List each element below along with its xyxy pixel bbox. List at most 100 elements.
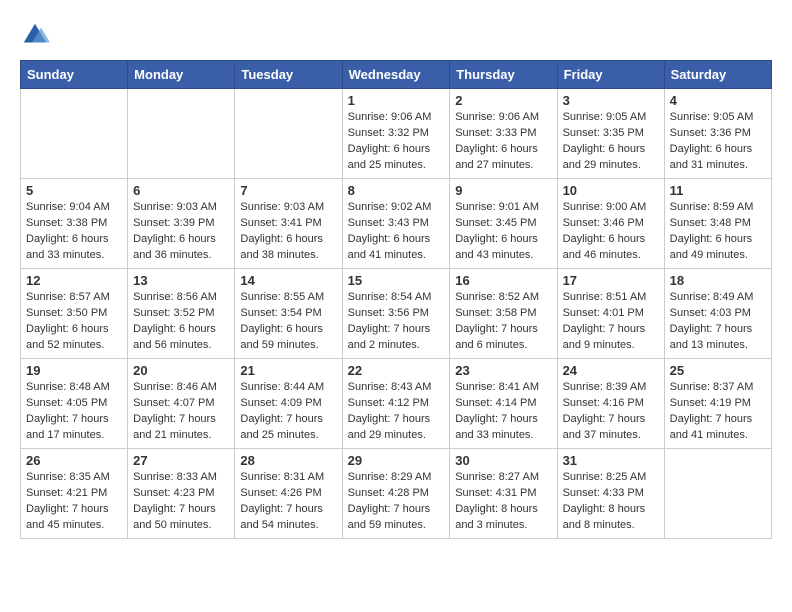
cell-content: Sunrise: 9:02 AM Sunset: 3:43 PM Dayligh… — [348, 200, 445, 264]
day-number: 10 — [563, 183, 659, 198]
calendar-cell: 1Sunrise: 9:06 AM Sunset: 3:32 PM Daylig… — [342, 89, 450, 179]
calendar-cell — [128, 89, 235, 179]
logo-icon — [20, 20, 50, 50]
cell-content: Sunrise: 9:05 AM Sunset: 3:35 PM Dayligh… — [563, 110, 659, 174]
cell-content: Sunrise: 8:31 AM Sunset: 4:26 PM Dayligh… — [240, 470, 336, 534]
calendar-cell: 23Sunrise: 8:41 AM Sunset: 4:14 PM Dayli… — [450, 359, 557, 449]
calendar-cell: 12 Sunrise: 8:57 AM Sunset: 3:50 PM Dayli… — [21, 269, 128, 359]
day-number: 24 — [563, 363, 659, 378]
day-number: 31 — [563, 453, 659, 468]
day-number: 9 — [455, 183, 551, 198]
day-number: 21 — [240, 363, 336, 378]
day-number: 7 — [240, 183, 336, 198]
calendar-cell — [235, 89, 342, 179]
day-number: 12 — [26, 273, 122, 288]
day-header-sunday: Sunday — [21, 61, 128, 89]
cell-content: Sunrise: 8:37 AM Sunset: 4:19 PM Dayligh… — [670, 380, 766, 444]
cell-content: Sunrise: 8:56 AM Sunset: 3:52 PM Dayligh… — [133, 290, 229, 354]
calendar-table: SundayMondayTuesdayWednesdayThursdayFrid… — [20, 60, 772, 539]
day-number: 17 — [563, 273, 659, 288]
calendar-cell: 15Sunrise: 8:54 AM Sunset: 3:56 PM Dayli… — [342, 269, 450, 359]
calendar-cell: 9Sunrise: 9:01 AM Sunset: 3:45 PM Daylig… — [450, 179, 557, 269]
cell-content: Sunrise: 9:03 AM Sunset: 3:39 PM Dayligh… — [133, 200, 229, 264]
day-number: 16 — [455, 273, 551, 288]
cell-content: Sunrise: 9:00 AM Sunset: 3:46 PM Dayligh… — [563, 200, 659, 264]
cell-content: Sunrise: 8:33 AM Sunset: 4:23 PM Dayligh… — [133, 470, 229, 534]
cell-content: Sunrise: 8:46 AM Sunset: 4:07 PM Dayligh… — [133, 380, 229, 444]
day-number: 11 — [670, 183, 766, 198]
calendar-cell: 8 Sunrise: 9:02 AM Sunset: 3:43 PM Daylig… — [342, 179, 450, 269]
calendar-cell: 24 Sunrise: 8:39 AM Sunset: 4:16 PM Dayli… — [557, 359, 664, 449]
day-number: 28 — [240, 453, 336, 468]
cell-content: Sunrise: 8:57 AM Sunset: 3:50 PM Dayligh… — [26, 290, 122, 354]
cell-content: Sunrise: 8:25 AM Sunset: 4:33 PM Dayligh… — [563, 470, 659, 534]
day-number: 20 — [133, 363, 229, 378]
calendar-cell: 22 Sunrise: 8:43 AM Sunset: 4:12 PM Dayli… — [342, 359, 450, 449]
day-number: 1 — [348, 93, 445, 108]
week-row-1: 1Sunrise: 9:06 AM Sunset: 3:32 PM Daylig… — [21, 89, 772, 179]
day-number: 8 — [348, 183, 445, 198]
cell-content: Sunrise: 8:44 AM Sunset: 4:09 PM Dayligh… — [240, 380, 336, 444]
day-number: 18 — [670, 273, 766, 288]
week-row-4: 19 Sunrise: 8:48 AM Sunset: 4:05 PM Dayli… — [21, 359, 772, 449]
day-number: 29 — [348, 453, 445, 468]
calendar-cell: 25Sunrise: 8:37 AM Sunset: 4:19 PM Dayli… — [664, 359, 771, 449]
calendar-cell: 2Sunrise: 9:06 AM Sunset: 3:33 PM Daylig… — [450, 89, 557, 179]
day-number: 4 — [670, 93, 766, 108]
cell-content: Sunrise: 8:55 AM Sunset: 3:54 PM Dayligh… — [240, 290, 336, 354]
day-number: 6 — [133, 183, 229, 198]
calendar-cell: 7 Sunrise: 9:03 AM Sunset: 3:41 PM Daylig… — [235, 179, 342, 269]
week-row-3: 12 Sunrise: 8:57 AM Sunset: 3:50 PM Dayli… — [21, 269, 772, 359]
calendar-cell: 10 Sunrise: 9:00 AM Sunset: 3:46 PM Dayli… — [557, 179, 664, 269]
calendar-cell: 28 Sunrise: 8:31 AM Sunset: 4:26 PM Dayli… — [235, 449, 342, 539]
cell-content: Sunrise: 9:04 AM Sunset: 3:38 PM Dayligh… — [26, 200, 122, 264]
day-number: 19 — [26, 363, 122, 378]
cell-content: Sunrise: 8:52 AM Sunset: 3:58 PM Dayligh… — [455, 290, 551, 354]
calendar-cell: 3 Sunrise: 9:05 AM Sunset: 3:35 PM Daylig… — [557, 89, 664, 179]
calendar-cell: 30Sunrise: 8:27 AM Sunset: 4:31 PM Dayli… — [450, 449, 557, 539]
day-header-monday: Monday — [128, 61, 235, 89]
logo — [20, 20, 54, 50]
header-row: SundayMondayTuesdayWednesdayThursdayFrid… — [21, 61, 772, 89]
cell-content: Sunrise: 8:59 AM Sunset: 3:48 PM Dayligh… — [670, 200, 766, 264]
day-number: 13 — [133, 273, 229, 288]
week-row-2: 5 Sunrise: 9:04 AM Sunset: 3:38 PM Daylig… — [21, 179, 772, 269]
calendar-cell: 21 Sunrise: 8:44 AM Sunset: 4:09 PM Dayli… — [235, 359, 342, 449]
day-header-wednesday: Wednesday — [342, 61, 450, 89]
day-number: 27 — [133, 453, 229, 468]
calendar-cell: 17 Sunrise: 8:51 AM Sunset: 4:01 PM Dayli… — [557, 269, 664, 359]
calendar-cell: 20 Sunrise: 8:46 AM Sunset: 4:07 PM Dayli… — [128, 359, 235, 449]
cell-content: Sunrise: 8:48 AM Sunset: 4:05 PM Dayligh… — [26, 380, 122, 444]
calendar-cell — [21, 89, 128, 179]
calendar-cell: 31 Sunrise: 8:25 AM Sunset: 4:33 PM Dayli… — [557, 449, 664, 539]
day-number: 5 — [26, 183, 122, 198]
day-number: 23 — [455, 363, 551, 378]
calendar-cell: 18 Sunrise: 8:49 AM Sunset: 4:03 PM Dayli… — [664, 269, 771, 359]
day-number: 26 — [26, 453, 122, 468]
calendar-cell: 26Sunrise: 8:35 AM Sunset: 4:21 PM Dayli… — [21, 449, 128, 539]
calendar-cell: 5 Sunrise: 9:04 AM Sunset: 3:38 PM Daylig… — [21, 179, 128, 269]
calendar-cell: 6 Sunrise: 9:03 AM Sunset: 3:39 PM Daylig… — [128, 179, 235, 269]
cell-content: Sunrise: 8:51 AM Sunset: 4:01 PM Dayligh… — [563, 290, 659, 354]
day-number: 22 — [348, 363, 445, 378]
day-header-saturday: Saturday — [664, 61, 771, 89]
calendar-cell — [664, 449, 771, 539]
calendar-cell: 27 Sunrise: 8:33 AM Sunset: 4:23 PM Dayli… — [128, 449, 235, 539]
header — [20, 20, 772, 50]
day-number: 3 — [563, 93, 659, 108]
cell-content: Sunrise: 8:54 AM Sunset: 3:56 PM Dayligh… — [348, 290, 445, 354]
calendar-cell: 11 Sunrise: 8:59 AM Sunset: 3:48 PM Dayli… — [664, 179, 771, 269]
cell-content: Sunrise: 8:49 AM Sunset: 4:03 PM Dayligh… — [670, 290, 766, 354]
calendar-cell: 14 Sunrise: 8:55 AM Sunset: 3:54 PM Dayli… — [235, 269, 342, 359]
day-header-thursday: Thursday — [450, 61, 557, 89]
cell-content: Sunrise: 9:06 AM Sunset: 3:33 PM Dayligh… — [455, 110, 551, 174]
calendar-cell: 29Sunrise: 8:29 AM Sunset: 4:28 PM Dayli… — [342, 449, 450, 539]
cell-content: Sunrise: 9:03 AM Sunset: 3:41 PM Dayligh… — [240, 200, 336, 264]
cell-content: Sunrise: 8:27 AM Sunset: 4:31 PM Dayligh… — [455, 470, 551, 534]
cell-content: Sunrise: 8:43 AM Sunset: 4:12 PM Dayligh… — [348, 380, 445, 444]
day-header-friday: Friday — [557, 61, 664, 89]
calendar-cell: 13 Sunrise: 8:56 AM Sunset: 3:52 PM Dayli… — [128, 269, 235, 359]
cell-content: Sunrise: 8:39 AM Sunset: 4:16 PM Dayligh… — [563, 380, 659, 444]
cell-content: Sunrise: 9:05 AM Sunset: 3:36 PM Dayligh… — [670, 110, 766, 174]
day-number: 14 — [240, 273, 336, 288]
